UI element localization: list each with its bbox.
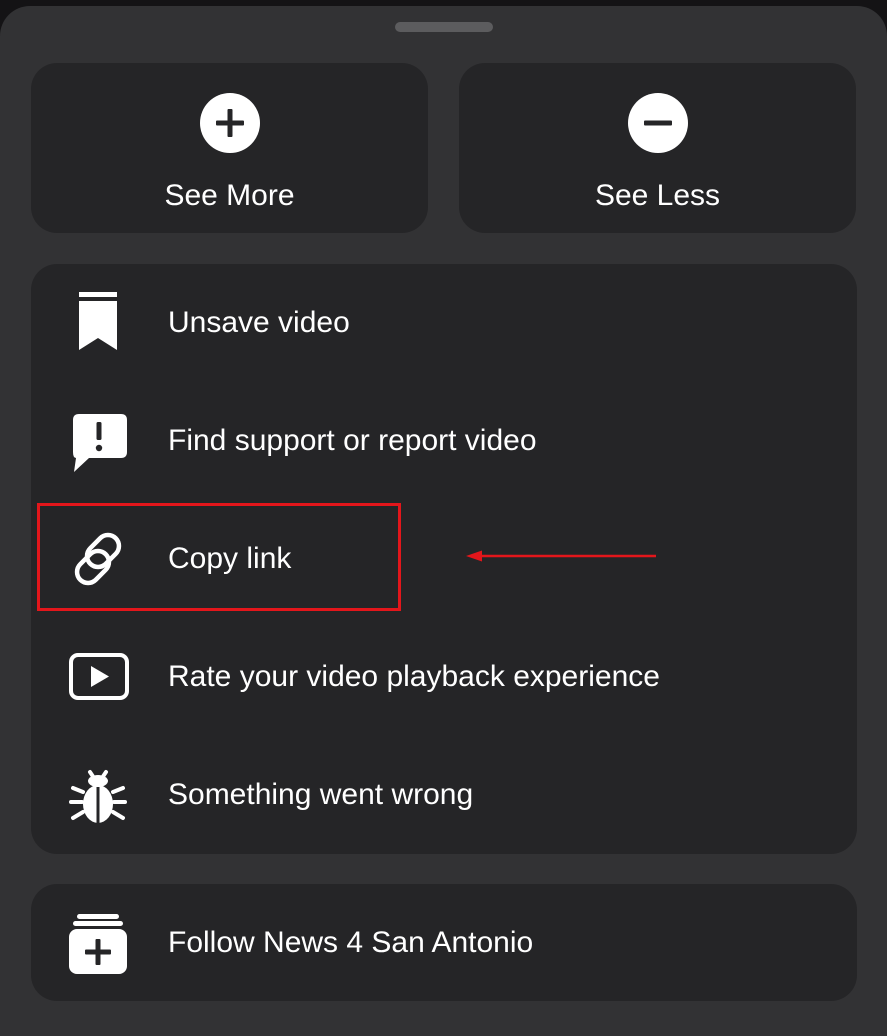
menu-item-label: Unsave video [168,306,350,339]
see-more-label: See More [164,179,295,212]
annotation-highlight-box [37,503,401,611]
menu-item-unsave-video[interactable]: Unsave video [31,264,857,382]
report-icon [63,406,133,476]
follow-page-button[interactable]: Follow News 4 San Antonio [31,884,857,1001]
see-less-button[interactable]: See Less [459,63,856,233]
play-icon [63,642,133,712]
annotation-arrow-icon [462,546,662,566]
plus-circle-icon [199,93,260,153]
bookmark-icon [63,288,133,358]
menu-item-rate-playback[interactable]: Rate your video playback experience [31,618,857,736]
follow-page-label: Follow News 4 San Antonio [168,926,534,959]
menu-item-find-support[interactable]: Find support or report video [31,382,857,500]
see-less-label: See Less [594,179,721,212]
bug-icon [63,760,133,830]
follow-page-icon [63,908,133,978]
see-more-button[interactable]: See More [31,63,428,233]
menu-item-something-went-wrong[interactable]: Something went wrong [31,736,857,854]
minus-circle-icon [627,93,688,153]
menu-item-label: Find support or report video [168,424,537,457]
menu-item-label: Rate your video playback experience [168,660,660,693]
menu-item-label: Something went wrong [168,778,474,811]
sheet-drag-handle[interactable] [395,22,493,32]
